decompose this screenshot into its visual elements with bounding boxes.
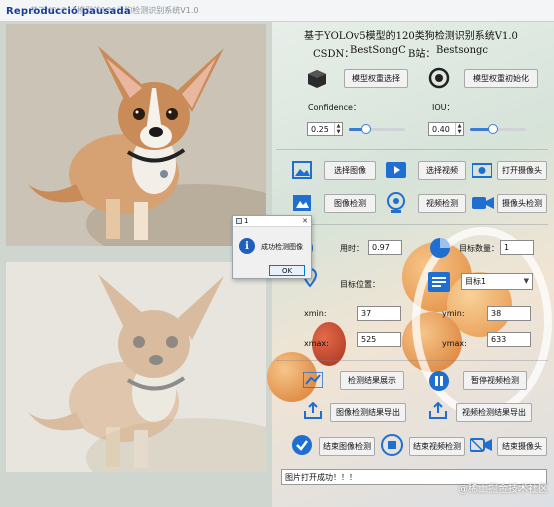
ymin-label: ymin:: [442, 309, 465, 318]
spin-arrows-icon[interactable]: ▲ ▼: [334, 123, 342, 135]
xmin-field[interactable]: 37: [357, 306, 401, 321]
csdn-label: CSDN：: [313, 49, 355, 60]
bili-value: Bestsongc: [436, 45, 489, 56]
export-image-results-button[interactable]: 图像检测结果导出: [330, 403, 406, 422]
time-label: 用时：: [340, 244, 364, 253]
confidence-slider[interactable]: [349, 123, 405, 135]
divider: [276, 360, 548, 361]
image-detect-button[interactable]: 图像检测: [324, 194, 376, 213]
image-detect-icon: [292, 194, 312, 212]
export-icon: [428, 402, 448, 420]
video-detect-button[interactable]: 视频检测: [418, 194, 466, 213]
divider: [276, 224, 548, 225]
control-panel-background: [267, 22, 554, 507]
camera-off-icon: [470, 438, 492, 452]
dialog-title-bar: 1: [233, 216, 311, 227]
close-icon[interactable]: ✕: [302, 217, 308, 225]
iou-value: 0.40: [432, 124, 450, 134]
info-icon: i: [239, 238, 255, 254]
check-circle-icon: [291, 434, 313, 456]
pie-chart-icon: [429, 237, 451, 259]
iou-slider[interactable]: [470, 123, 526, 135]
model-weight-select-button[interactable]: 模型权重选择: [344, 69, 408, 88]
window-icon: [236, 218, 242, 224]
dialog-message: 成功检测图像: [261, 243, 303, 251]
end-image-detect-button[interactable]: 结束图像检测: [319, 437, 375, 456]
divider: [276, 149, 548, 150]
iou-label: IOU：: [432, 103, 455, 112]
camera-icon: [472, 162, 492, 178]
result-image: [6, 262, 266, 472]
pause-icon: [428, 370, 450, 392]
gear-icon: [428, 67, 450, 89]
xmin-label: xmin:: [304, 309, 327, 318]
target-position-label: 目标位置：: [340, 280, 380, 289]
export-icon: [303, 402, 323, 420]
watermark: @稀土掘金技术社区: [458, 484, 548, 495]
open-camera-button[interactable]: 打开摄像头: [497, 161, 547, 180]
spin-arrows-icon[interactable]: ▲ ▼: [455, 123, 463, 135]
end-video-detect-button[interactable]: 结束视频检测: [409, 437, 465, 456]
target-list-icon: [428, 272, 450, 292]
model-weight-init-button[interactable]: 模型权重初始化: [464, 69, 538, 88]
confidence-value: 0.25: [311, 124, 329, 134]
cube-icon: [306, 68, 328, 90]
confidence-slider-handle[interactable]: [361, 124, 371, 134]
video-camera-icon: [472, 196, 494, 210]
iou-spinbox[interactable]: 0.40 ▲ ▼: [428, 122, 464, 136]
xmax-field[interactable]: 525: [357, 332, 401, 347]
target-select-value: 目标1: [465, 277, 487, 286]
line-chart-icon: [303, 372, 323, 388]
image-icon: [292, 161, 312, 179]
confidence-label: Confidence：: [308, 103, 361, 112]
webcam-icon: [386, 192, 406, 214]
ymax-field[interactable]: 633: [487, 332, 531, 347]
select-image-button[interactable]: 选择图像: [324, 161, 376, 180]
time-value-field[interactable]: 0.97: [368, 240, 402, 255]
select-video-button[interactable]: 选择视频: [418, 161, 466, 180]
message-dialog: 1 ✕ i 成功检测图像 OK: [232, 215, 312, 279]
chevron-down-icon: ▼: [523, 277, 529, 285]
confidence-spinbox[interactable]: 0.25 ▲ ▼: [307, 122, 343, 136]
title-bar: 基于YOLOv5模型的120类狗检测识别系统V1.0 Reproducció p…: [0, 0, 554, 22]
stop-icon: [381, 434, 403, 456]
play-video-icon: [386, 162, 406, 178]
iou-slider-handle[interactable]: [488, 124, 498, 134]
ymax-label: ymax:: [442, 339, 467, 348]
camera-detect-button[interactable]: 摄像头检测: [497, 194, 547, 213]
csdn-value: BestSongC: [350, 45, 406, 56]
source-image: [6, 24, 266, 246]
show-results-button[interactable]: 检测结果展示: [340, 371, 404, 390]
ok-button[interactable]: OK: [269, 265, 305, 276]
xmax-label: xmax:: [304, 339, 329, 348]
target-count-label: 目标数量：: [459, 244, 499, 253]
target-select-dropdown[interactable]: 目标1 ▼: [461, 273, 533, 290]
playback-overlay-label: Reproducció pausada: [6, 6, 131, 17]
app-title: 基于YOLOv5模型的120类狗检测识别系统V1.0: [304, 31, 518, 42]
dialog-title: 1: [244, 217, 249, 225]
export-video-results-button[interactable]: 视频检测结果导出: [456, 403, 532, 422]
end-camera-button[interactable]: 结束摄像头: [497, 437, 547, 456]
pause-video-detect-button[interactable]: 暂停视频检测: [463, 371, 527, 390]
ymin-field[interactable]: 38: [487, 306, 531, 321]
bili-label: B站：: [408, 49, 436, 60]
target-count-field[interactable]: 1: [500, 240, 534, 255]
